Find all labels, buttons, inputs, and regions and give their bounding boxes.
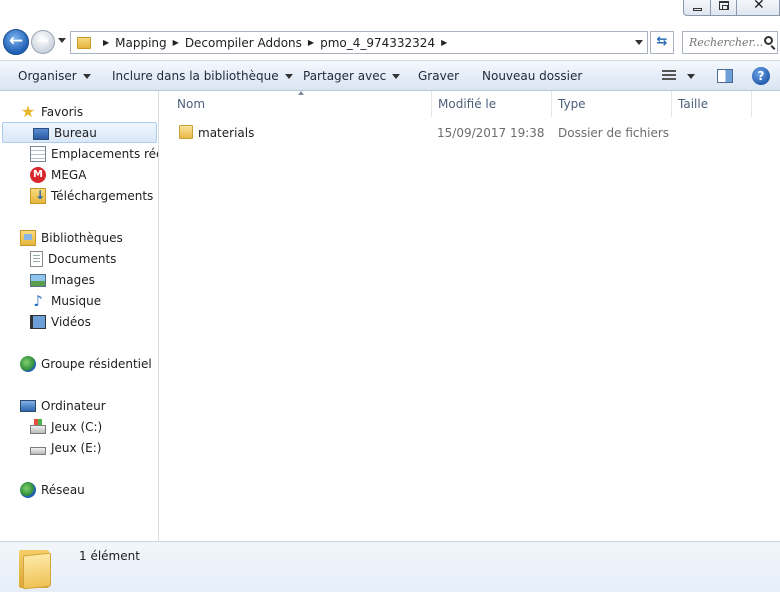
file-list: Nom Modifié le Type Taille materials 15/… xyxy=(160,91,780,541)
desktop-icon xyxy=(33,127,49,140)
minimize-button[interactable] xyxy=(683,0,711,16)
folder-icon xyxy=(179,125,193,139)
details-pane: 1 élément xyxy=(0,541,780,592)
libraries-icon xyxy=(20,229,36,246)
search-icon[interactable] xyxy=(764,36,773,45)
homegroup-icon xyxy=(20,355,36,372)
nav-libraries[interactable]: Bibliothèques xyxy=(0,227,158,248)
minimize-icon xyxy=(693,8,702,11)
navigation-pane: ★ Favoris Bureau Emplacements récents M … xyxy=(0,91,159,541)
back-button[interactable]: ← xyxy=(3,29,29,55)
column-header-type[interactable]: Type xyxy=(552,91,672,117)
file-type: Dossier de fichiers xyxy=(558,126,670,140)
search-input[interactable] xyxy=(683,32,763,53)
star-icon: ★ xyxy=(20,101,36,121)
column-header-size[interactable]: Taille xyxy=(672,91,752,117)
help-icon[interactable]: ? xyxy=(752,67,770,85)
address-history-dropdown[interactable] xyxy=(635,40,643,45)
breadcrumb-mapping[interactable]: Mapping xyxy=(115,36,167,50)
preview-pane-icon[interactable] xyxy=(717,69,733,83)
film-icon xyxy=(30,314,46,329)
computer-icon xyxy=(20,400,36,412)
address-bar[interactable]: ▶ Mapping ▶ Decompiler Addons ▶ pmo_4_97… xyxy=(70,31,648,54)
file-name: materials xyxy=(198,126,255,140)
column-header-name[interactable]: Nom xyxy=(160,91,432,117)
folder-icon xyxy=(19,548,53,590)
nav-music[interactable]: ♪ Musique xyxy=(0,290,158,311)
new-folder-button[interactable]: Nouveau dossier xyxy=(482,69,582,83)
nav-images[interactable]: Images xyxy=(0,269,158,290)
nav-favorites[interactable]: ★ Favoris xyxy=(0,101,158,122)
chevron-right-icon[interactable]: ▶ xyxy=(103,38,109,47)
nav-drive-e[interactable]: Jeux (E:) xyxy=(0,437,158,458)
nav-videos[interactable]: Vidéos xyxy=(0,311,158,332)
image-icon xyxy=(30,274,46,287)
nav-downloads[interactable]: Téléchargements xyxy=(0,185,158,206)
recent-pages-dropdown[interactable] xyxy=(58,38,66,43)
refresh-button[interactable]: ⇆ xyxy=(650,31,674,54)
file-modified: 15/09/2017 19:38 xyxy=(437,126,545,140)
dropdown-arrow-icon xyxy=(392,74,401,79)
address-row: ← → ▶ Mapping ▶ Decompiler Addons ▶ pmo_… xyxy=(0,26,780,60)
view-options-dropdown[interactable] xyxy=(687,74,695,79)
column-header-modified[interactable]: Modifié le xyxy=(432,91,552,117)
nav-desktop[interactable]: Bureau xyxy=(2,122,157,143)
nav-network[interactable]: Réseau xyxy=(0,479,158,500)
item-count: 1 élément xyxy=(79,549,140,563)
dropdown-arrow-icon xyxy=(82,74,91,79)
nav-recent-places[interactable]: Emplacements récents xyxy=(0,143,158,164)
nav-documents[interactable]: Documents xyxy=(0,248,158,269)
nav-mega[interactable]: M MEGA xyxy=(0,164,158,185)
change-view-icon[interactable] xyxy=(662,70,676,82)
command-toolbar: Organiser Inclure dans la bibliothèque P… xyxy=(0,60,780,91)
chevron-right-icon[interactable]: ▶ xyxy=(173,38,179,47)
organize-button[interactable]: Organiser xyxy=(18,69,91,83)
recent-places-icon xyxy=(30,145,46,162)
hard-drive-icon xyxy=(30,446,46,455)
nav-drive-c[interactable]: Jeux (C:) xyxy=(0,416,158,437)
nav-homegroup[interactable]: Groupe résidentiel xyxy=(0,353,158,374)
burn-button[interactable]: Graver xyxy=(418,69,459,83)
share-with-button[interactable]: Partager avec xyxy=(303,69,401,83)
search-box xyxy=(682,31,778,54)
system-drive-icon xyxy=(30,419,46,434)
chevron-right-icon[interactable]: ▶ xyxy=(308,38,314,47)
maximize-button[interactable] xyxy=(710,0,737,16)
document-icon xyxy=(30,250,43,267)
breadcrumb-decompiler-addons[interactable]: Decompiler Addons xyxy=(185,36,302,50)
network-icon xyxy=(20,481,36,498)
music-note-icon: ♪ xyxy=(33,291,43,310)
dropdown-arrow-icon xyxy=(284,74,293,79)
breadcrumb-pmo[interactable]: pmo_4_974332324 xyxy=(320,36,435,50)
mega-icon: M xyxy=(30,166,46,183)
restore-icon xyxy=(719,1,729,10)
forward-button[interactable]: → xyxy=(31,30,55,54)
chevron-right-icon[interactable]: ▶ xyxy=(441,38,447,47)
file-row[interactable]: materials 15/09/2017 19:38 Dossier de fi… xyxy=(160,123,760,143)
nav-computer[interactable]: Ordinateur xyxy=(0,395,158,416)
title-bar: ✕ xyxy=(0,0,780,26)
include-library-button[interactable]: Inclure dans la bibliothèque xyxy=(112,69,293,83)
close-button[interactable]: ✕ xyxy=(736,0,780,16)
folder-icon xyxy=(77,36,91,49)
downloads-icon xyxy=(30,187,46,204)
close-icon: ✕ xyxy=(753,0,765,13)
